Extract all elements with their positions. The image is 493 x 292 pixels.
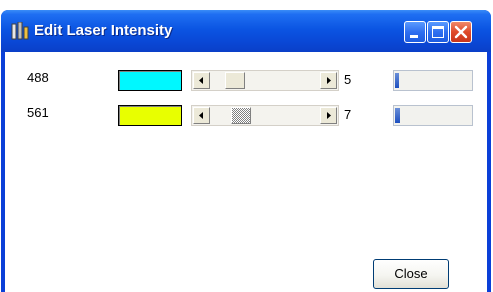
scroll-right-button[interactable] (320, 72, 337, 89)
edit-laser-intensity-window: Edit Laser Intensity 488 5 561 7 Close (1, 10, 491, 292)
arrow-left-icon (199, 112, 203, 119)
scroll-thumb[interactable] (231, 107, 251, 124)
laser-wavelength-label: 561 (27, 105, 49, 120)
intensity-level-fill (395, 108, 400, 123)
minimize-button[interactable] (404, 21, 426, 43)
client-area: 488 5 561 7 Close (5, 52, 487, 292)
laser-wavelength-label: 488 (27, 70, 49, 85)
intensity-level-bar (393, 105, 473, 126)
laser-color-swatch[interactable] (118, 105, 182, 126)
arrow-right-icon (327, 112, 331, 119)
arrow-left-icon (199, 77, 203, 84)
intensity-level-bar (393, 70, 473, 91)
window-title: Edit Laser Intensity (34, 22, 173, 39)
intensity-value: 7 (344, 107, 352, 122)
title-bar[interactable]: Edit Laser Intensity (1, 10, 491, 52)
scroll-left-button[interactable] (193, 107, 210, 124)
maximize-button[interactable] (427, 21, 449, 43)
title-close-button[interactable] (450, 21, 472, 43)
intensity-level-fill (395, 73, 399, 88)
laser-app-icon[interactable] (11, 21, 29, 40)
intensity-scrollbar[interactable] (191, 70, 339, 91)
intensity-value: 5 (344, 72, 352, 87)
minimize-icon (410, 35, 418, 38)
maximize-icon (432, 26, 444, 38)
scroll-thumb[interactable] (225, 72, 245, 89)
scroll-right-button[interactable] (320, 107, 337, 124)
arrow-right-icon (327, 77, 331, 84)
close-button[interactable]: Close (373, 259, 449, 289)
close-x-icon (454, 25, 468, 39)
intensity-scrollbar[interactable] (191, 105, 339, 126)
laser-color-swatch[interactable] (118, 70, 182, 91)
scroll-left-button[interactable] (193, 72, 210, 89)
